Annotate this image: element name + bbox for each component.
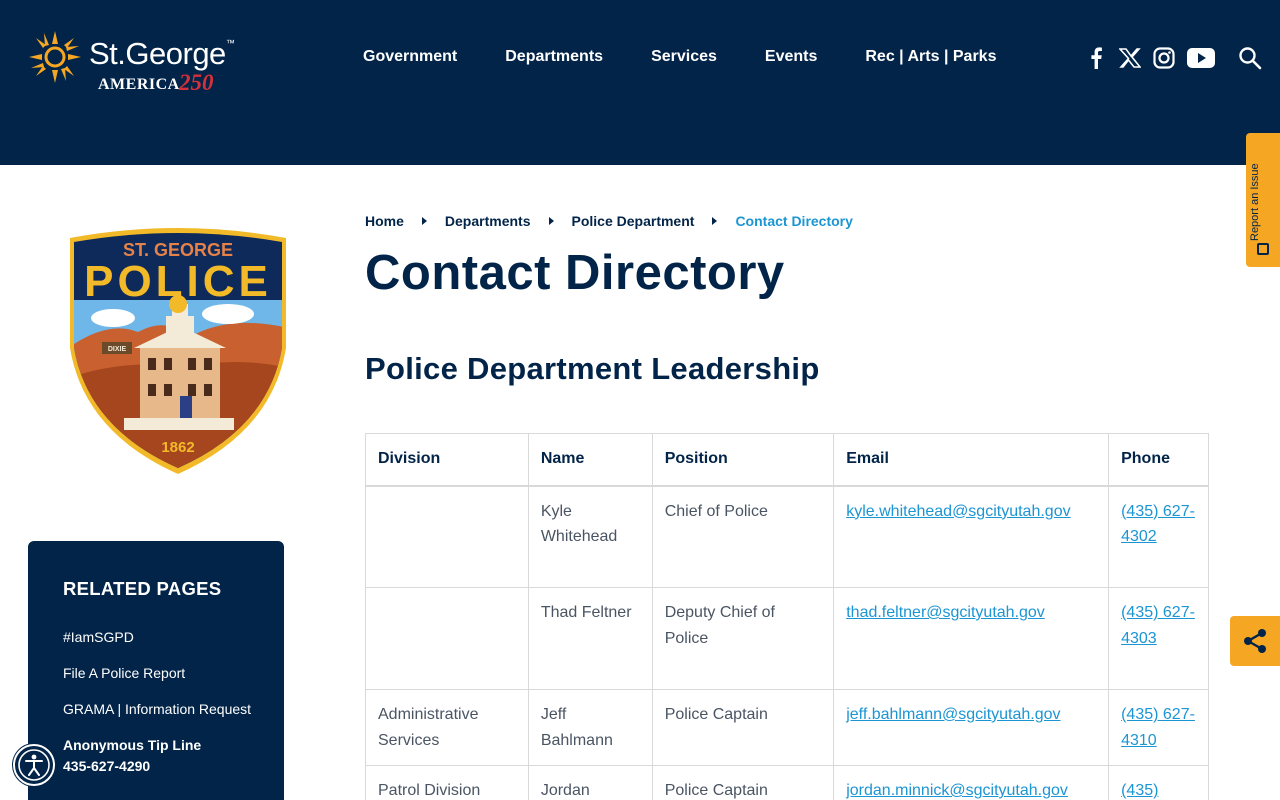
email-link[interactable]: thad.feltner@sgcityutah.gov <box>846 604 1045 621</box>
cell-email: jordan.minnick@sgcityutah.gov <box>833 765 1110 800</box>
share-icon <box>1244 629 1266 653</box>
cell-phone: (435) 627-4310 <box>1108 689 1209 766</box>
phone-link[interactable]: (435) 627-4302 <box>1121 503 1195 546</box>
breadcrumb-separator-icon <box>712 217 718 225</box>
column-header-position: Position <box>651 433 835 486</box>
cell-division: Administrative Services <box>365 689 529 766</box>
column-header-email: Email <box>833 433 1110 486</box>
table-row: Administrative Services Jeff Bahlmann Po… <box>365 689 1209 766</box>
column-header-division: Division <box>365 433 529 486</box>
breadcrumb-separator-icon <box>548 217 554 225</box>
breadcrumb-separator-icon <box>421 217 427 225</box>
column-header-phone: Phone <box>1108 433 1209 486</box>
related-pages-panel: RELATED PAGES #IamSGPD File A Police Rep… <box>28 541 284 800</box>
section-title: Police Department Leadership <box>365 351 820 386</box>
sun-logo-icon <box>29 31 81 83</box>
nav-events[interactable]: Events <box>765 48 817 66</box>
accessibility-icon <box>18 749 50 781</box>
cell-name: Jordan <box>527 765 653 800</box>
table-row: Patrol Division Jordan Police Captain jo… <box>365 765 1209 800</box>
badge-sign-text: DIXIE <box>108 346 127 353</box>
cell-division <box>365 587 529 690</box>
cell-name: Thad Feltner <box>527 587 653 690</box>
cell-phone: (435) <box>1108 765 1209 800</box>
table-header-row: Division Name Position Email Phone <box>365 433 1209 486</box>
column-header-name: Name <box>527 433 653 486</box>
tip-line-label: Anonymous Tip Line <box>63 737 202 753</box>
nav-government[interactable]: Government <box>363 48 457 66</box>
related-pages-list: #IamSGPD File A Police Report GRAMA | In… <box>63 627 263 792</box>
report-icon <box>1257 243 1269 255</box>
cell-phone: (435) 627-4303 <box>1108 587 1209 690</box>
breadcrumb: Home Departments Police Department Conta… <box>365 213 853 229</box>
email-link[interactable]: kyle.whitehead@sgcityutah.gov <box>846 503 1070 520</box>
related-link-grama[interactable]: GRAMA | Information Request <box>63 699 263 720</box>
phone-link[interactable]: (435) 627-4303 <box>1121 604 1195 647</box>
related-link-police-report[interactable]: File A Police Report <box>63 663 263 684</box>
st-george-logo[interactable]: St.George™ AMERICA 250 <box>28 30 258 100</box>
cell-name: Kyle Whitehead <box>527 485 653 588</box>
email-link[interactable]: jeff.bahlmann@sgcityutah.gov <box>846 706 1060 723</box>
logo-250: 250 <box>179 70 214 95</box>
email-link[interactable]: jordan.minnick@sgcityutah.gov <box>846 782 1068 799</box>
table-row: Kyle Whitehead Chief of Police kyle.whit… <box>365 485 1209 588</box>
cell-email: jeff.bahlmann@sgcityutah.gov <box>833 689 1110 766</box>
logo-name: St.George <box>89 36 226 71</box>
tip-line-number[interactable]: 435-627-4290 <box>63 756 263 777</box>
report-issue-label: Report an Issue <box>1249 163 1261 241</box>
page-title: Contact Directory <box>365 246 785 300</box>
nav-rec-arts-parks[interactable]: Rec | Arts | Parks <box>865 48 996 66</box>
phone-link[interactable]: (435) <box>1121 782 1158 799</box>
cell-position: Police Captain <box>651 689 835 766</box>
cell-position: Deputy Chief of Police <box>651 587 835 690</box>
table-row: Thad Feltner Deputy Chief of Police thad… <box>365 587 1209 690</box>
facebook-icon[interactable] <box>1084 46 1108 70</box>
site-header: St.George™ AMERICA 250 Government Depart… <box>0 0 1280 165</box>
cell-division <box>365 485 529 588</box>
logo-trademark: ™ <box>225 38 235 48</box>
search-icon[interactable] <box>1238 46 1262 70</box>
related-pages-title: RELATED PAGES <box>63 578 222 599</box>
x-twitter-icon[interactable] <box>1118 46 1142 70</box>
phone-link[interactable]: (435) 627-4310 <box>1121 706 1195 749</box>
share-button[interactable] <box>1230 616 1280 666</box>
youtube-icon[interactable] <box>1186 46 1216 70</box>
cell-email: kyle.whitehead@sgcityutah.gov <box>833 485 1110 588</box>
cell-phone: (435) 627-4302 <box>1108 485 1209 588</box>
accessibility-button[interactable] <box>13 744 55 786</box>
cell-division: Patrol Division <box>365 765 529 800</box>
instagram-icon[interactable] <box>1152 46 1176 70</box>
logo-america: AMERICA <box>98 76 180 93</box>
social-links <box>1084 46 1226 70</box>
leadership-table: Division Name Position Email Phone Kyle … <box>365 433 1209 800</box>
breadcrumb-departments[interactable]: Departments <box>445 213 531 229</box>
cell-name: Jeff Bahlmann <box>527 689 653 766</box>
nav-departments[interactable]: Departments <box>505 48 603 66</box>
report-issue-tab[interactable]: Report an Issue <box>1246 133 1280 267</box>
cell-position: Police Captain <box>651 765 835 800</box>
cell-position: Chief of Police <box>651 485 835 588</box>
badge-main-text: POLICE <box>84 257 272 306</box>
breadcrumb-current: Contact Directory <box>735 213 853 229</box>
breadcrumb-police-department[interactable]: Police Department <box>572 213 695 229</box>
related-link-iamsgpd[interactable]: #IamSGPD <box>63 627 263 648</box>
police-badge: ST. GEORGE POLICE DIXIE 1862 <box>70 228 286 474</box>
breadcrumb-home[interactable]: Home <box>365 213 404 229</box>
cell-email: thad.feltner@sgcityutah.gov <box>833 587 1110 690</box>
badge-year: 1862 <box>161 439 194 456</box>
nav-services[interactable]: Services <box>651 48 717 66</box>
main-nav: Government Departments Services Events R… <box>363 48 996 66</box>
